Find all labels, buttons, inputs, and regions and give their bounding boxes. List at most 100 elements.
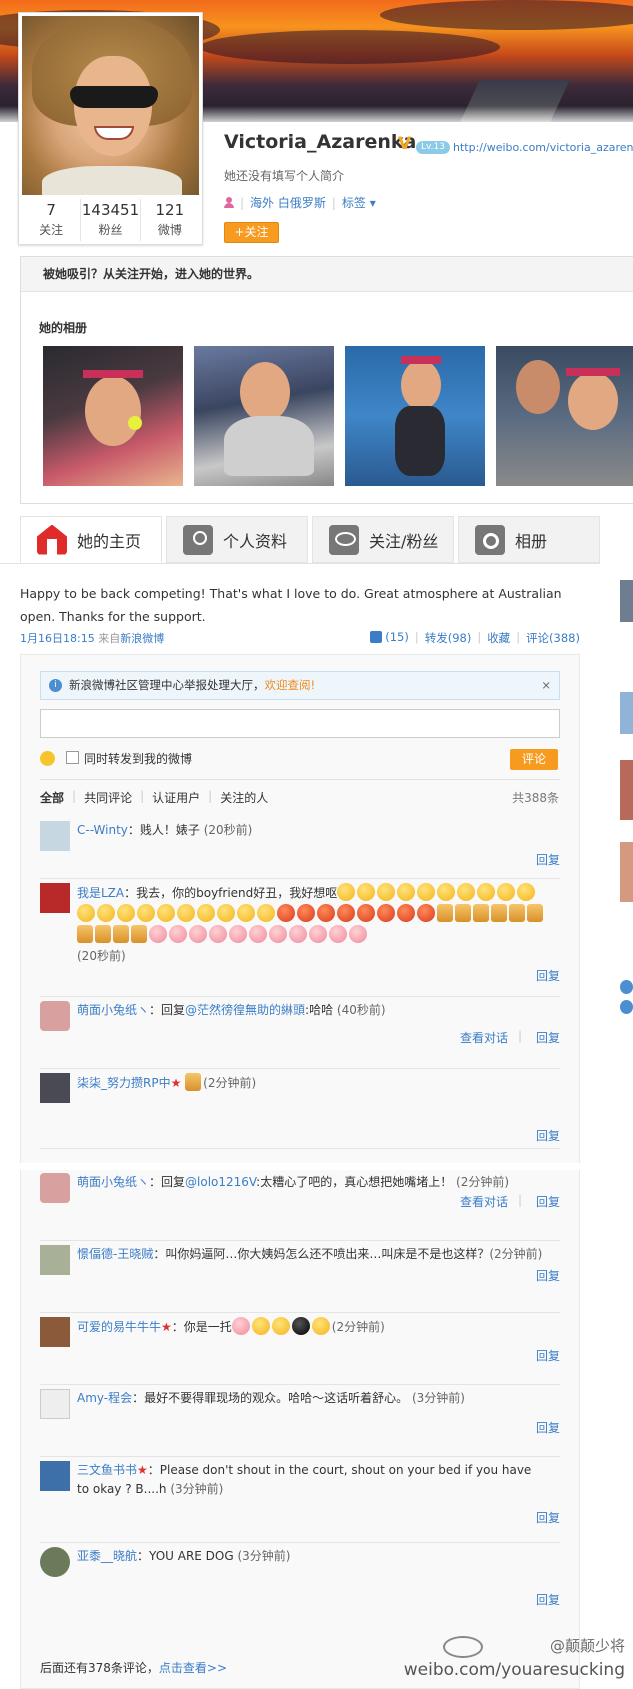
reply-link[interactable]: 回复 (536, 1591, 560, 1608)
avatar[interactable] (22, 16, 199, 195)
reply-link[interactable]: 回复 (536, 1127, 560, 1144)
comment-username[interactable]: C--Winty (77, 823, 128, 837)
follow-button[interactable]: +关注 (224, 222, 279, 243)
reply-link[interactable]: 回复 (536, 1509, 560, 1526)
mention-link[interactable]: @茫然徬徨無助的綝頭 (185, 1003, 305, 1017)
comment-username[interactable]: 萌面小兔纸ヽ (77, 1003, 149, 1017)
comment-username[interactable]: Amy-程会 (77, 1391, 132, 1405)
reply-link[interactable]: 回复 (536, 1029, 560, 1046)
stat-followers[interactable]: 143451 粉丝 (81, 199, 141, 241)
notice-link[interactable]: 欢迎查阅! (265, 678, 316, 692)
comment-username[interactable]: 亚黍__晓航 (77, 1549, 137, 1563)
comment-item: C--Winty：贱人！婊子 (20秒前) 回复 (40, 817, 560, 879)
comment-time: (40秒前) (336, 1003, 386, 1017)
reply-link[interactable]: 回复 (536, 1267, 560, 1284)
profile-bio: 她还没有填写个人简介 (224, 169, 345, 183)
comment-time: (2分钟前) (203, 1076, 257, 1090)
level-badge[interactable]: Lv.13 (416, 141, 450, 154)
filter-common[interactable]: 共同评论 (84, 789, 132, 806)
stat-posts[interactable]: 121 微博 (141, 199, 199, 241)
stat-number: 121 (155, 201, 185, 219)
tab-follows[interactable]: 关注/粉丝 (312, 516, 454, 563)
avatar[interactable] (40, 1317, 70, 1347)
album-photo[interactable] (496, 346, 633, 486)
home-icon (37, 524, 67, 555)
comment-time: (2分钟前) (456, 1175, 510, 1189)
reply-link[interactable]: 回复 (536, 967, 560, 984)
comment-text: ：回复 (149, 1175, 186, 1189)
comment-username[interactable]: 柒柒_努力攒RP中 (77, 1076, 171, 1090)
comment-username[interactable]: 三文鱼书书 (77, 1463, 137, 1477)
avatar[interactable] (40, 1461, 70, 1491)
comment-item: 三文鱼书书★：Please don't shout in the court, … (40, 1457, 560, 1543)
stat-number: 143451 (81, 201, 140, 219)
album-photo[interactable] (345, 346, 485, 486)
avatar[interactable] (40, 1389, 70, 1419)
avatar[interactable] (40, 1245, 70, 1275)
comment-text: ：YOU ARE DOG (137, 1549, 238, 1563)
avatar[interactable] (40, 883, 70, 913)
comment-username[interactable]: 我是LZA (77, 886, 124, 900)
tab-album[interactable]: 相册 (458, 516, 600, 563)
profile-tabs: 她的主页 个人资料 关注/粉丝 相册 (20, 516, 600, 563)
filter-following[interactable]: 关注的人 (220, 789, 268, 806)
reply-link[interactable]: 回复 (536, 1193, 560, 1210)
repost-checkbox-label[interactable]: 同时转发到我的微博 (84, 750, 192, 767)
tab-profile[interactable]: 个人资料 (166, 516, 308, 563)
tags-dropdown[interactable]: 标签 ▾ (342, 194, 376, 211)
comment-button[interactable]: 评论(388) (526, 630, 580, 646)
comment-input[interactable] (40, 709, 560, 738)
watermark: @颠颠少将 weibo.com/youaresucking (404, 1634, 625, 1682)
tab-home[interactable]: 她的主页 (20, 516, 162, 563)
comment-text: ：你是一托 (171, 1320, 232, 1334)
post-source-link[interactable]: 新浪微博 (120, 632, 164, 645)
close-icon[interactable]: × (541, 672, 551, 699)
verified-badge-icon[interactable]: V (398, 134, 411, 154)
favorite-button[interactable]: 收藏 (487, 630, 510, 646)
more-comments: 后面还有378条评论，点击查看>> (40, 1659, 227, 1676)
submit-comment-button[interactable]: 评论 (510, 749, 558, 770)
notice-text: 新浪微博社区管理中心举报处理大厅， (69, 678, 265, 692)
post-time-link[interactable]: 1月16日18:15 (20, 632, 95, 645)
tab-label: 她的主页 (77, 531, 142, 551)
caret-down-icon: ▾ (369, 196, 376, 210)
like-button[interactable]: (15) (370, 630, 409, 646)
emoticon-icon[interactable] (40, 751, 55, 766)
more-comments-link[interactable]: 点击查看>> (159, 1661, 227, 1675)
view-conversation-link[interactable]: 查看对话 (460, 1029, 508, 1046)
watermark-handle: @颠颠少将 (549, 1637, 625, 1655)
reply-link[interactable]: 回复 (536, 1419, 560, 1436)
avatar[interactable] (40, 1173, 70, 1203)
album-photo[interactable] (194, 346, 334, 486)
avatar[interactable] (40, 1001, 70, 1031)
album-photo[interactable] (43, 346, 183, 486)
filter-all[interactable]: 全部 (40, 789, 64, 806)
profile-name: Victoria_Azarenka (224, 131, 417, 153)
comment-username[interactable]: 萌面小兔纸ヽ (77, 1175, 149, 1189)
comment-item: 憬偪德-王晓贼：叫你妈逼阿…你大姨妈怎么还不喷出来…叫床是不是也这样？(2分钟前… (40, 1241, 560, 1313)
reply-link[interactable]: 回复 (536, 851, 560, 868)
comment-filters: 全部 | 共同评论 | 认证用户 | 关注的人 (40, 789, 269, 806)
comment-username[interactable]: 可爱的易牛牛牛 (77, 1320, 161, 1334)
repost-checkbox[interactable] (66, 751, 79, 764)
camera-icon (475, 524, 505, 555)
reply-link[interactable]: 回复 (536, 1347, 560, 1364)
avatar[interactable] (40, 821, 70, 851)
comment-total: 共388条 (512, 791, 559, 805)
avatar[interactable] (40, 1547, 70, 1577)
view-conversation-link[interactable]: 查看对话 (460, 1193, 508, 1210)
location-link[interactable]: 海外 白俄罗斯 (250, 194, 326, 211)
comment-item: 柒柒_努力攒RP中★ (2分钟前) 回复 (40, 1069, 560, 1149)
avatar[interactable] (40, 1073, 70, 1103)
mention-link[interactable]: @lolo1216V (185, 1175, 256, 1189)
repost-button[interactable]: 转发(98) (425, 630, 472, 646)
stat-following[interactable]: 7 关注 (22, 199, 82, 241)
post-source-prefix: 来自 (98, 632, 121, 645)
stat-label: 微博 (157, 223, 182, 237)
comment-text: ：回复 (149, 1003, 186, 1017)
post-meta: 1月16日18:15 来自新浪微博 (20, 630, 164, 646)
profile-url-link[interactable]: http://weibo.com/victoria_azarenk (453, 141, 633, 154)
comment-username[interactable]: 憬偪德-王晓贼 (77, 1247, 153, 1261)
filter-verified[interactable]: 认证用户 (152, 789, 200, 806)
comment-text: ：贱人！婊子 (127, 823, 204, 837)
